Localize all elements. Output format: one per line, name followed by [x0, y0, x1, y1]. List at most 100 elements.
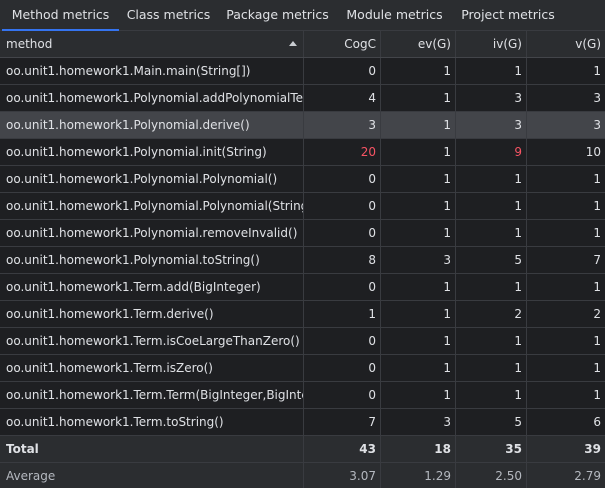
column-header-evg[interactable]: ev(G): [381, 31, 456, 57]
table-row[interactable]: oo.unit1.homework1.Polynomial.Polynomial…: [0, 193, 605, 220]
method-cell: oo.unit1.homework1.Polynomial.Polynomial…: [0, 193, 304, 219]
tab-method-metrics[interactable]: Method metrics: [2, 0, 119, 31]
column-header-vg[interactable]: v(G): [527, 31, 605, 57]
cogc-cell: 0: [304, 220, 381, 246]
table-row[interactable]: oo.unit1.homework1.Polynomial.derive() 3 1…: [0, 112, 605, 139]
vg-cell: 3: [593, 91, 601, 105]
cogc-cell: 1: [304, 301, 381, 327]
table-row[interactable]: oo.unit1.homework1.Term.add(BigInteger) 0…: [0, 274, 605, 301]
vg-cell: 6: [593, 415, 601, 429]
table-row[interactable]: oo.unit1.homework1.Term.toString() 7 3 5 6: [0, 409, 605, 436]
method-cell: oo.unit1.homework1.Polynomial.toString(): [0, 247, 304, 273]
cogc-cell: 3: [304, 112, 381, 138]
total-method-cell: Total: [0, 436, 304, 462]
evg-cell: 1: [381, 220, 456, 246]
ivg-cell: 1: [456, 220, 527, 246]
column-header-method[interactable]: method: [0, 31, 304, 57]
average-method-cell: Average: [0, 463, 304, 488]
evg-cell: 1: [381, 85, 456, 111]
vg-cell: 1: [593, 172, 601, 186]
evg-cell: 1: [381, 274, 456, 300]
tab-project-metrics[interactable]: Project metrics: [452, 0, 564, 31]
cogc-cell: 0: [304, 193, 381, 219]
tab-package-metrics[interactable]: Package metrics: [218, 0, 337, 31]
total-cogc-cell: 43: [304, 436, 381, 462]
vg-cell: 1: [593, 334, 601, 348]
ivg-cell: 1: [456, 328, 527, 354]
average-cogc-cell: 3.07: [304, 463, 381, 488]
average-evg-cell: 1.29: [381, 463, 456, 488]
table-row[interactable]: oo.unit1.homework1.Main.main(String[]) 0 1…: [0, 58, 605, 85]
vg-cell: 1: [593, 361, 601, 375]
method-cell: oo.unit1.homework1.Term.derive(): [0, 301, 304, 327]
vg-cell: 1: [593, 199, 601, 213]
average-ivg-cell: 2.50: [456, 463, 527, 488]
evg-cell: 1: [381, 139, 456, 165]
method-metrics-table: method CogC ev(G) iv(G) v(G) oo.unit1.ho…: [0, 31, 605, 488]
cogc-cell: 0: [304, 382, 381, 408]
total-ivg-cell: 35: [456, 436, 527, 462]
method-cell: oo.unit1.homework1.Polynomial.Polynomial…: [0, 166, 304, 192]
ivg-cell: 2: [456, 301, 527, 327]
sort-ascending-icon: [289, 41, 297, 46]
evg-cell: 1: [381, 112, 456, 138]
column-header-cogc[interactable]: CogC: [304, 31, 381, 57]
vg-cell: 1: [593, 280, 601, 294]
vg-cell: 1: [593, 226, 601, 240]
table-row[interactable]: oo.unit1.homework1.Polynomial.removeInva…: [0, 220, 605, 247]
evg-cell: 1: [381, 166, 456, 192]
vg-cell: 10: [585, 145, 601, 159]
method-cell: oo.unit1.homework1.Term.add(BigInteger): [0, 274, 304, 300]
method-cell: oo.unit1.homework1.Term.toString(): [0, 409, 304, 435]
ivg-cell: 5: [456, 247, 527, 273]
cogc-cell: 0: [304, 58, 381, 84]
ivg-cell: 3: [456, 85, 527, 111]
ivg-cell: 1: [456, 355, 527, 381]
vg-cell: 1: [593, 64, 601, 78]
ivg-cell: 9: [456, 139, 527, 165]
table-row[interactable]: oo.unit1.homework1.Polynomial.toString()…: [0, 247, 605, 274]
metrics-tab-bar: Method metrics Class metrics Package met…: [0, 0, 605, 31]
method-cell: oo.unit1.homework1.Term.isZero(): [0, 355, 304, 381]
table-row[interactable]: oo.unit1.homework1.Term.derive() 1 1 2 2: [0, 301, 605, 328]
vg-cell: 7: [593, 253, 601, 267]
evg-cell: 1: [381, 193, 456, 219]
method-cell: oo.unit1.homework1.Term.Term(BigInteger,…: [0, 382, 304, 408]
evg-cell: 1: [381, 301, 456, 327]
ivg-cell: 1: [456, 274, 527, 300]
ivg-cell: 1: [456, 58, 527, 84]
ivg-cell: 1: [456, 382, 527, 408]
ivg-cell: 5: [456, 409, 527, 435]
method-cell: oo.unit1.homework1.Main.main(String[]): [0, 58, 304, 84]
evg-cell: 1: [381, 328, 456, 354]
evg-cell: 3: [381, 409, 456, 435]
ivg-cell: 1: [456, 193, 527, 219]
cogc-cell: 0: [304, 274, 381, 300]
vg-cell: 3: [593, 118, 601, 132]
method-cell: oo.unit1.homework1.Polynomial.derive(): [0, 112, 304, 138]
tab-class-metrics[interactable]: Class metrics: [119, 0, 218, 31]
evg-cell: 1: [381, 355, 456, 381]
evg-cell: 1: [381, 58, 456, 84]
table-row[interactable]: oo.unit1.homework1.Term.Term(BigInteger,…: [0, 382, 605, 409]
ivg-cell: 1: [456, 166, 527, 192]
cogc-cell: 7: [304, 409, 381, 435]
cogc-cell: 8: [304, 247, 381, 273]
column-header-ivg[interactable]: iv(G): [456, 31, 527, 57]
method-cell: oo.unit1.homework1.Polynomial.addPolynom…: [0, 85, 304, 111]
table-row[interactable]: oo.unit1.homework1.Term.isZero() 0 1 1 1: [0, 355, 605, 382]
column-header-label: method: [6, 37, 53, 51]
method-cell: oo.unit1.homework1.Polynomial.init(Strin…: [0, 139, 304, 165]
tab-module-metrics[interactable]: Module metrics: [337, 0, 452, 31]
table-row[interactable]: oo.unit1.homework1.Term.isCoeLargeThanZe…: [0, 328, 605, 355]
table-row[interactable]: oo.unit1.homework1.Polynomial.Polynomial…: [0, 166, 605, 193]
cogc-cell: 4: [304, 85, 381, 111]
vg-cell: 1: [593, 388, 601, 402]
total-vg-cell: 39: [584, 442, 601, 456]
total-row: Total 43 18 35 39: [0, 436, 605, 463]
average-row: Average 3.07 1.29 2.50 2.79: [0, 463, 605, 488]
table-row[interactable]: oo.unit1.homework1.Polynomial.addPolynom…: [0, 85, 605, 112]
ivg-cell: 3: [456, 112, 527, 138]
cogc-cell: 0: [304, 355, 381, 381]
table-row[interactable]: oo.unit1.homework1.Polynomial.init(Strin…: [0, 139, 605, 166]
